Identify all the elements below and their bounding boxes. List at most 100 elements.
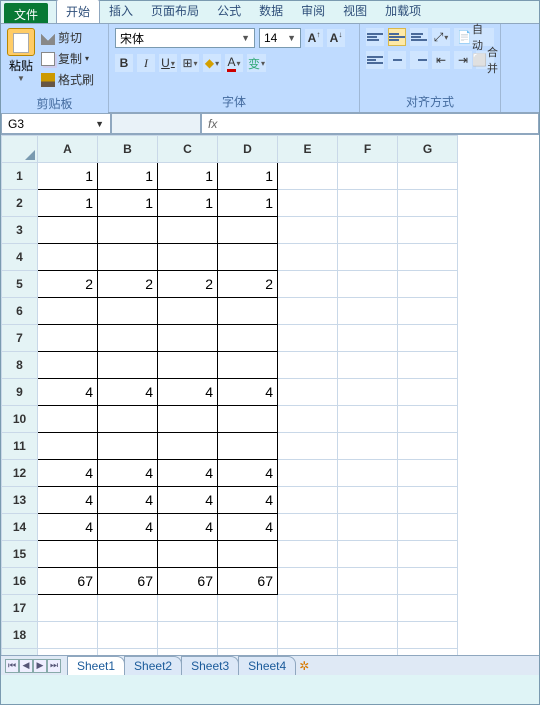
row-header-7[interactable]: 7: [2, 325, 38, 352]
align-middle-button[interactable]: [388, 28, 406, 46]
nav-prev-button[interactable]: ◀: [19, 659, 33, 673]
cell-C14[interactable]: 4: [158, 514, 218, 541]
cell-A16[interactable]: 67: [38, 568, 98, 595]
cell-D3[interactable]: [218, 217, 278, 244]
cell-A9[interactable]: 4: [38, 379, 98, 406]
cell-F17[interactable]: [338, 595, 398, 622]
cell-D10[interactable]: [218, 406, 278, 433]
col-header-B[interactable]: B: [98, 136, 158, 163]
cell-B5[interactable]: 2: [98, 271, 158, 298]
cell-A3[interactable]: [38, 217, 98, 244]
cell-E9[interactable]: [278, 379, 338, 406]
cell-E7[interactable]: [278, 325, 338, 352]
cell-F15[interactable]: [338, 541, 398, 568]
cell-D4[interactable]: [218, 244, 278, 271]
font-color-button[interactable]: A▾: [225, 54, 243, 72]
cell-A4[interactable]: [38, 244, 98, 271]
cell-A10[interactable]: [38, 406, 98, 433]
cell-C11[interactable]: [158, 433, 218, 460]
row-header-15[interactable]: 15: [2, 541, 38, 568]
row-header-3[interactable]: 3: [2, 217, 38, 244]
cell-A7[interactable]: [38, 325, 98, 352]
cell-C18[interactable]: [158, 622, 218, 649]
cell-F16[interactable]: [338, 568, 398, 595]
cell-B9[interactable]: 4: [98, 379, 158, 406]
copy-button[interactable]: 复制▾: [39, 49, 96, 68]
border-button[interactable]: ⊞▾: [181, 54, 199, 72]
cell-E14[interactable]: [278, 514, 338, 541]
cell-G8[interactable]: [398, 352, 458, 379]
font-name-combo[interactable]: 宋体▼: [115, 28, 255, 48]
cell-G2[interactable]: [398, 190, 458, 217]
align-top-button[interactable]: [366, 28, 384, 46]
align-right-button[interactable]: [410, 51, 428, 69]
cell-E3[interactable]: [278, 217, 338, 244]
cell-G12[interactable]: [398, 460, 458, 487]
cell-A12[interactable]: 4: [38, 460, 98, 487]
row-header-2[interactable]: 2: [2, 190, 38, 217]
italic-button[interactable]: I: [137, 54, 155, 72]
cell-F13[interactable]: [338, 487, 398, 514]
fill-color-button[interactable]: ◆▾: [203, 54, 221, 72]
cell-F1[interactable]: [338, 163, 398, 190]
row-header-8[interactable]: 8: [2, 352, 38, 379]
menu-审阅[interactable]: 审阅: [292, 0, 334, 23]
cell-F18[interactable]: [338, 622, 398, 649]
increase-indent-button[interactable]: ⇥: [454, 51, 472, 69]
cell-E8[interactable]: [278, 352, 338, 379]
cell-B7[interactable]: [98, 325, 158, 352]
cell-C2[interactable]: 1: [158, 190, 218, 217]
cell-D11[interactable]: [218, 433, 278, 460]
cell-C9[interactable]: 4: [158, 379, 218, 406]
align-bottom-button[interactable]: [410, 28, 428, 46]
cell-A17[interactable]: [38, 595, 98, 622]
underline-button[interactable]: U▾: [159, 54, 177, 72]
select-all-cell[interactable]: [2, 136, 38, 163]
cell-C8[interactable]: [158, 352, 218, 379]
cell-G11[interactable]: [398, 433, 458, 460]
menu-插入[interactable]: 插入: [100, 0, 142, 23]
cell-A14[interactable]: 4: [38, 514, 98, 541]
cell-G14[interactable]: [398, 514, 458, 541]
cell-E1[interactable]: [278, 163, 338, 190]
col-header-F[interactable]: F: [338, 136, 398, 163]
cell-E15[interactable]: [278, 541, 338, 568]
file-menu[interactable]: 文件: [4, 3, 48, 23]
cell-B6[interactable]: [98, 298, 158, 325]
worksheet-grid[interactable]: ABCDEFG111112111134522226789444410111244…: [1, 135, 539, 655]
cell-B17[interactable]: [98, 595, 158, 622]
menu-页面布局[interactable]: 页面布局: [142, 0, 208, 23]
cell-D8[interactable]: [218, 352, 278, 379]
col-header-G[interactable]: G: [398, 136, 458, 163]
name-box[interactable]: G3▼: [1, 113, 111, 134]
cell-B10[interactable]: [98, 406, 158, 433]
format-painter-button[interactable]: 格式刷: [39, 70, 96, 89]
row-header-11[interactable]: 11: [2, 433, 38, 460]
sheet-tab-Sheet1[interactable]: Sheet1: [67, 656, 125, 675]
col-header-E[interactable]: E: [278, 136, 338, 163]
row-header-1[interactable]: 1: [2, 163, 38, 190]
cell-G9[interactable]: [398, 379, 458, 406]
cell-G13[interactable]: [398, 487, 458, 514]
row-header-10[interactable]: 10: [2, 406, 38, 433]
cell-C4[interactable]: [158, 244, 218, 271]
cell-F7[interactable]: [338, 325, 398, 352]
cell-G1[interactable]: [398, 163, 458, 190]
cell-B3[interactable]: [98, 217, 158, 244]
decrease-font-button[interactable]: A: [327, 29, 345, 47]
cell-A13[interactable]: 4: [38, 487, 98, 514]
menu-数据[interactable]: 数据: [250, 0, 292, 23]
cell-G17[interactable]: [398, 595, 458, 622]
orientation-button[interactable]: ⤢▾: [432, 28, 450, 46]
menu-加载项[interactable]: 加载项: [376, 0, 430, 23]
cell-B12[interactable]: 4: [98, 460, 158, 487]
cell-B14[interactable]: 4: [98, 514, 158, 541]
menu-公式[interactable]: 公式: [208, 0, 250, 23]
cell-F3[interactable]: [338, 217, 398, 244]
new-sheet-button[interactable]: ✲: [299, 659, 317, 673]
cell-F5[interactable]: [338, 271, 398, 298]
col-header-C[interactable]: C: [158, 136, 218, 163]
cell-G3[interactable]: [398, 217, 458, 244]
cell-G4[interactable]: [398, 244, 458, 271]
font-size-combo[interactable]: 14▼: [259, 28, 301, 48]
